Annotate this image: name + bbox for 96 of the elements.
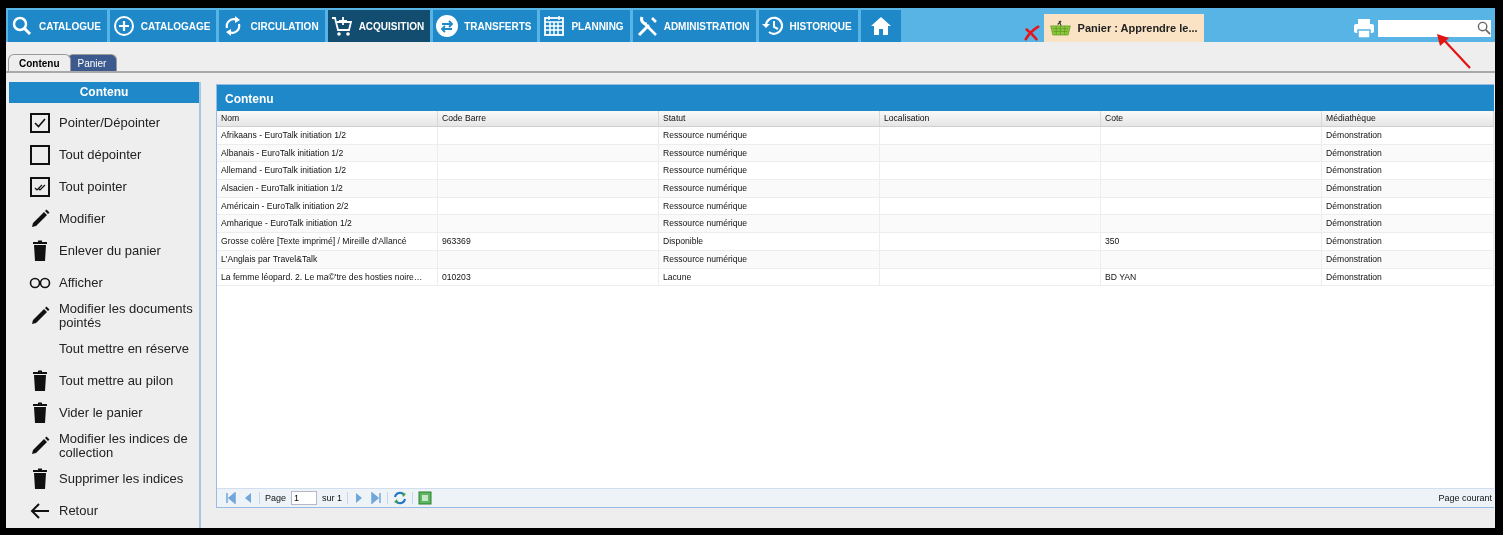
search-icon (11, 15, 33, 37)
table-cell: Démonstration (1326, 253, 1382, 264)
checked-box-icon (29, 112, 51, 134)
table-cell: BD YAN (1105, 271, 1137, 282)
table-cell: La femme léopard. 2. Le ma©'tre des hosties noire… (221, 271, 423, 282)
table-cell: Ressource numérique (663, 253, 748, 264)
table-cell: Grosse colère [Texte imprimé] / Mireille d'Allancé (221, 236, 407, 247)
table-cell: Démonstration (1326, 236, 1382, 247)
page-input[interactable]: 1 (291, 491, 318, 505)
calendar-icon (543, 15, 566, 37)
table-cell: Démonstration (1326, 200, 1382, 211)
nav-tab[interactable]: CATALOGUE (8, 10, 107, 42)
double-check-box-icon (29, 176, 51, 198)
page-status: Page courant (1438, 493, 1492, 503)
column-header[interactable]: Médiathèque (1322, 111, 1494, 126)
table-row[interactable]: Amharique - EuroTalk initiation 1/2 Ressource numérique Démonstration (217, 215, 1494, 234)
pencil-icon (29, 435, 51, 457)
basket-tab[interactable]: Panier : Apprendre le... (1043, 14, 1204, 42)
table-cell: Démonstration (1326, 271, 1382, 282)
table-cell: Alsacien - EuroTalk initiation 1/2 (221, 183, 343, 194)
table-cell: 350 (1105, 236, 1120, 247)
sidebar-item[interactable]: Modifier les documents pointés (9, 299, 199, 333)
table-row[interactable]: La femme léopard. 2. Le ma©'tre des hosties noire… 010203 Lacune BD YAN Démonstration (217, 268, 1494, 287)
table-cell: Allemand - EuroTalk initiation 1/2 (221, 165, 347, 176)
sidebar-item[interactable]: Vider le panier (9, 397, 199, 429)
table-cell: Lacune (663, 271, 692, 282)
home-button[interactable] (860, 10, 901, 42)
sidebar-item[interactable]: Enlever du panier (9, 235, 199, 267)
table-cell: 010203 (442, 271, 471, 282)
table-cell: 963369 (442, 236, 471, 247)
sidebar-item[interactable]: Supprimer les indices (9, 463, 199, 495)
sidebar-item[interactable]: Tout mettre au pilon (9, 365, 199, 397)
table-cell: Démonstration (1326, 218, 1382, 229)
table-cell: Démonstration (1326, 165, 1382, 176)
last-page-icon[interactable] (370, 492, 383, 504)
table-cell: Amharique - EuroTalk initiation 1/2 (221, 218, 352, 229)
table-row[interactable]: Grosse colère [Texte imprimé] / Mireille d'Allancé 963369 Disponible 350 Démonstration (217, 233, 1494, 251)
page-label: Page (265, 493, 287, 503)
sidebar-item[interactable]: Tout pointer (9, 171, 199, 203)
table-cell: Démonstration (1326, 183, 1382, 194)
column-header[interactable]: Localisation (880, 111, 1101, 126)
pencil-icon (29, 305, 51, 327)
column-header[interactable]: Nom (217, 111, 438, 126)
table-cell: Démonstration (1326, 130, 1382, 140)
nav-tab[interactable]: PLANNING (540, 10, 630, 42)
nav-tab[interactable]: ADMINISTRATION (632, 10, 756, 42)
nav-tab[interactable]: TRANSFERTS (433, 10, 538, 42)
sub-tab[interactable]: Contenu (8, 54, 71, 71)
swap-arrows-icon (436, 15, 459, 37)
search-icon[interactable] (1477, 21, 1491, 35)
plus-circle-icon (112, 15, 135, 37)
first-page-icon[interactable] (225, 492, 237, 504)
sidebar-title: Contenu (9, 82, 199, 103)
annotation-arrow (1434, 34, 1472, 70)
nav-tab[interactable]: CIRCULATION (219, 10, 325, 42)
sidebar-item[interactable]: Modifier (9, 203, 199, 235)
table-cell: Américain - EuroTalk initiation 2/2 (221, 200, 349, 211)
tools-icon (635, 15, 658, 37)
table-cell: Démonstration (1326, 147, 1382, 158)
pencil-icon (29, 208, 51, 230)
page-count: sur 1 (322, 493, 343, 503)
close-icon[interactable] (1022, 24, 1041, 42)
sidebar-item[interactable]: Pointer/Dépointer (9, 107, 199, 139)
column-header[interactable]: Code Barre (438, 111, 659, 126)
search-field[interactable] (1378, 19, 1491, 37)
basket-title: Panier : Apprendre le... (1077, 22, 1198, 34)
table-cell: Ressource numérique (663, 147, 748, 158)
nav-tab[interactable]: HISTORIQUE (758, 10, 858, 42)
column-header[interactable]: Statut (659, 111, 880, 126)
table-row[interactable]: Alsacien - EuroTalk initiation 1/2 Ressource numérique Démonstration (217, 180, 1494, 198)
sidebar-item[interactable]: Afficher (9, 267, 199, 299)
cart-icon (330, 15, 353, 37)
nav-tab[interactable]: CATALOGAGE (109, 10, 217, 42)
table-cell: Ressource numérique (663, 200, 748, 211)
nav-tab[interactable]: ACQUISITION (327, 10, 431, 42)
print-icon[interactable] (1353, 17, 1375, 39)
sidebar-item[interactable]: Modifier les indices de collection (9, 429, 199, 463)
table-cell: L'Anglais par Travel&Talk (221, 253, 318, 264)
table-cell: Afrikaans - EuroTalk initiation 1/2 (221, 130, 347, 140)
table-cell: Ressource numérique (663, 218, 748, 229)
table-cell: Ressource numérique (663, 183, 748, 194)
grid-title: Contenu (217, 85, 1494, 111)
sidebar-item[interactable]: Tout dépointer (9, 139, 199, 171)
table-cell: Albanais - EuroTalk initiation 1/2 (221, 147, 344, 158)
table-row[interactable]: Afrikaans - EuroTalk initiation 1/2 Ressource numérique Démonstration (217, 127, 1494, 145)
column-header[interactable]: Cote (1101, 111, 1322, 126)
table-cell: Ressource numérique (663, 130, 748, 140)
sidebar-item[interactable]: Retour (9, 495, 199, 527)
spreadsheet-export-icon[interactable] (418, 491, 433, 505)
empty-checkbox-icon (29, 144, 51, 166)
table-cell: Disponible (663, 236, 704, 247)
sidebar-item[interactable]: Tout mettre en réserve (9, 333, 199, 365)
refresh-icon[interactable] (393, 491, 408, 505)
history-icon (761, 15, 784, 37)
table-cell: Ressource numérique (663, 165, 748, 176)
home-icon (869, 15, 892, 37)
